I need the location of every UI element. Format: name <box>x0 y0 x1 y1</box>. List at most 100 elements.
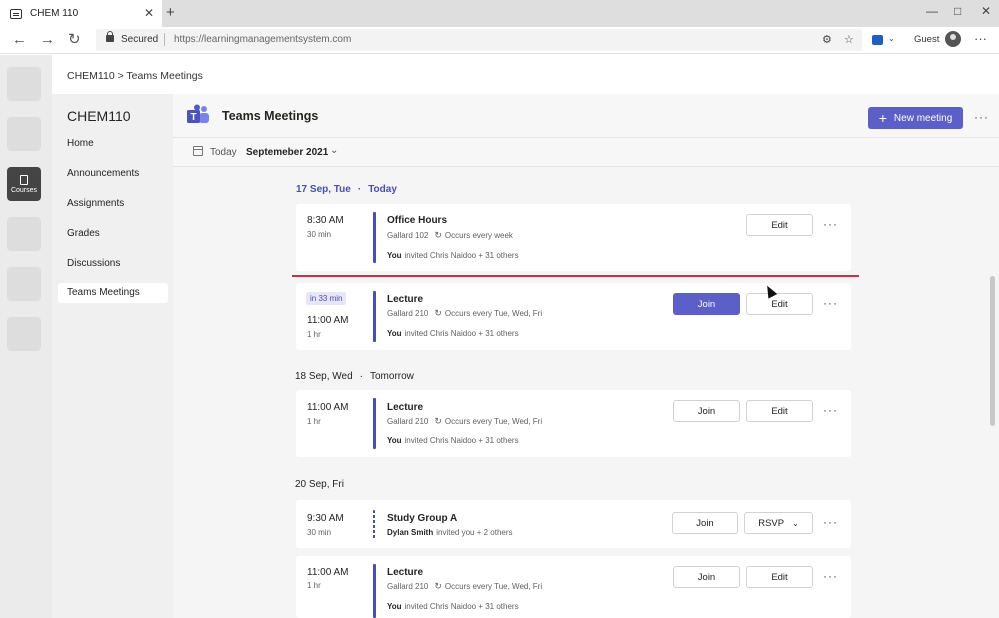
rail-courses-label: Courses <box>10 186 38 194</box>
meeting-card[interactable]: 9:30 AM 30 min Study Group A Dylan Smith… <box>296 500 851 548</box>
calendar-icon[interactable] <box>193 146 203 156</box>
sidebar-item-announcements[interactable]: Announcements <box>58 164 168 184</box>
join-button[interactable]: Join <box>673 400 740 422</box>
profile-name[interactable]: Guest <box>914 34 939 45</box>
rail-item-placeholder[interactable] <box>7 267 41 301</box>
edit-button[interactable]: Edit <box>746 293 813 315</box>
invite-text: invited Chris Naidoo + 31 others <box>404 436 519 445</box>
meeting-bar <box>373 398 376 449</box>
rail-item-placeholder[interactable] <box>7 317 41 351</box>
extension-icon[interactable] <box>872 35 883 45</box>
extension-dropdown-icon[interactable]: ⌄ <box>888 34 895 43</box>
join-button[interactable]: Join <box>673 566 740 588</box>
more-options-icon[interactable]: ··· <box>823 569 838 583</box>
breadcrumb: CHEM110 > Teams Meetings <box>67 70 203 82</box>
meeting-time: 11:00 AM <box>307 402 349 413</box>
tab-favicon-icon <box>10 8 22 19</box>
rsvp-button[interactable]: RSVP ⌄ <box>744 512 813 534</box>
svg-text:T: T <box>190 112 196 123</box>
invite-text: invited Chris Naidoo + 31 others <box>404 251 519 260</box>
close-tab-icon[interactable]: ✕ <box>144 7 154 19</box>
sidebar-item-teams-meetings[interactable]: Teams Meetings <box>58 283 168 303</box>
meeting-organizer: Dylan Smith <box>387 528 434 537</box>
meeting-recurrence: Occurs every Tue, Wed, Fri <box>444 417 543 426</box>
page-title: Teams Meetings <box>222 109 319 123</box>
more-options-icon[interactable]: ··· <box>823 403 838 417</box>
browser-tab[interactable]: CHEM 110 ✕ <box>0 0 162 27</box>
course-title: CHEM110 <box>67 108 131 124</box>
chevron-down-icon[interactable]: ⌄ <box>330 145 338 156</box>
minimize-icon[interactable]: — <box>926 4 938 18</box>
day-date: 17 Sep, Tue <box>296 184 351 195</box>
edit-button[interactable]: Edit <box>746 566 813 588</box>
meeting-location: Gallard 210 <box>387 417 429 426</box>
day-header: 20 Sep, Fri <box>295 479 344 490</box>
more-options-icon[interactable]: ··· <box>823 217 838 231</box>
invite-you: You <box>387 251 402 260</box>
edit-button[interactable]: Edit <box>746 400 813 422</box>
plus-icon: + <box>878 110 887 126</box>
meeting-title: Study Group A <box>387 513 458 524</box>
meeting-time: 9:30 AM <box>307 513 344 524</box>
meeting-recurrence: Occurs every week <box>444 231 513 240</box>
rail-item-courses[interactable]: Courses <box>7 167 41 201</box>
new-tab-icon[interactable]: + <box>166 5 175 21</box>
more-options-icon[interactable]: ··· <box>823 296 838 310</box>
meeting-bar-tentative <box>373 510 375 539</box>
more-options-icon[interactable]: ··· <box>823 515 838 529</box>
rail-item-placeholder[interactable] <box>7 117 41 151</box>
rail-item-placeholder[interactable] <box>7 67 41 101</box>
scrollbar[interactable] <box>990 276 995 426</box>
day-date: 20 Sep, Fri <box>295 479 344 490</box>
header-divider <box>173 137 999 138</box>
more-options-icon[interactable]: ··· <box>974 110 989 124</box>
meeting-duration: 30 min <box>307 528 332 537</box>
meeting-location: Gallard 210 <box>387 582 429 591</box>
join-button[interactable]: Join <box>673 293 740 315</box>
sidebar-item-grades[interactable]: Grades <box>58 224 168 244</box>
maximize-icon[interactable]: □ <box>954 4 961 18</box>
meeting-duration: 1 hr <box>307 417 321 426</box>
starts-in-badge: in 33 min <box>306 292 347 305</box>
lock-icon <box>106 31 114 42</box>
sidebar-item-assignments[interactable]: Assignments <box>58 194 168 214</box>
profile-icon[interactable] <box>945 31 961 47</box>
sidebar-item-discussions[interactable]: Discussions <box>58 254 168 274</box>
refresh-icon[interactable]: ↻ <box>68 32 81 48</box>
meeting-recurrence: Occurs every Tue, Wed, Fri <box>444 309 543 318</box>
sidebar-item-home[interactable]: Home <box>58 134 168 154</box>
meeting-location: Gallard 210 <box>387 309 429 318</box>
close-window-icon[interactable]: ✕ <box>981 4 991 18</box>
today-button[interactable]: Today <box>210 147 237 158</box>
url-text[interactable]: https://learningmanagementsystem.com <box>174 34 351 45</box>
book-icon <box>20 174 28 185</box>
current-time-line <box>292 275 859 277</box>
join-button[interactable]: Join <box>672 512 738 534</box>
meeting-time: 8:30 AM <box>307 215 344 226</box>
invite-you: You <box>387 329 402 338</box>
day-header: 18 Sep, Wed · Tomorrow <box>295 371 414 382</box>
back-icon[interactable]: ← <box>12 32 27 48</box>
browser-more-icon[interactable]: ··· <box>974 31 987 46</box>
favorites-icon[interactable]: ☆ <box>844 33 854 46</box>
meeting-card[interactable]: 11:00 AM 1 hr Lecture Gallard 210 ↻ Occurs… <box>296 390 851 457</box>
meeting-bar <box>373 291 376 342</box>
security-label[interactable]: Secured <box>121 34 158 45</box>
meeting-duration: 1 hr <box>307 330 321 339</box>
recurrence-icon: ↻ <box>434 308 442 318</box>
recurrence-icon: ↻ <box>434 416 442 426</box>
recurrence-icon: ↻ <box>434 581 442 591</box>
edit-button[interactable]: Edit <box>746 214 813 236</box>
invite-text: invited you + 2 others <box>436 528 513 537</box>
month-picker[interactable]: Septemeber 2021 <box>246 147 328 158</box>
tracking-icon[interactable]: ⚙ <box>822 33 832 46</box>
meeting-card[interactable]: 11:00 AM 1 hr Lecture Gallard 210 ↻ Occurs… <box>296 556 851 618</box>
rail-item-placeholder[interactable] <box>7 217 41 251</box>
meeting-title: Office Hours <box>387 215 448 226</box>
app-rail: Courses <box>0 55 52 618</box>
meeting-title: Lecture <box>387 294 424 305</box>
invite-you: You <box>387 602 402 611</box>
forward-icon[interactable]: → <box>40 32 55 48</box>
meeting-card[interactable]: 8:30 AM 30 min Office Hours Gallard 102 ↻… <box>296 204 851 271</box>
new-meeting-button[interactable]: + New meeting <box>868 107 963 129</box>
